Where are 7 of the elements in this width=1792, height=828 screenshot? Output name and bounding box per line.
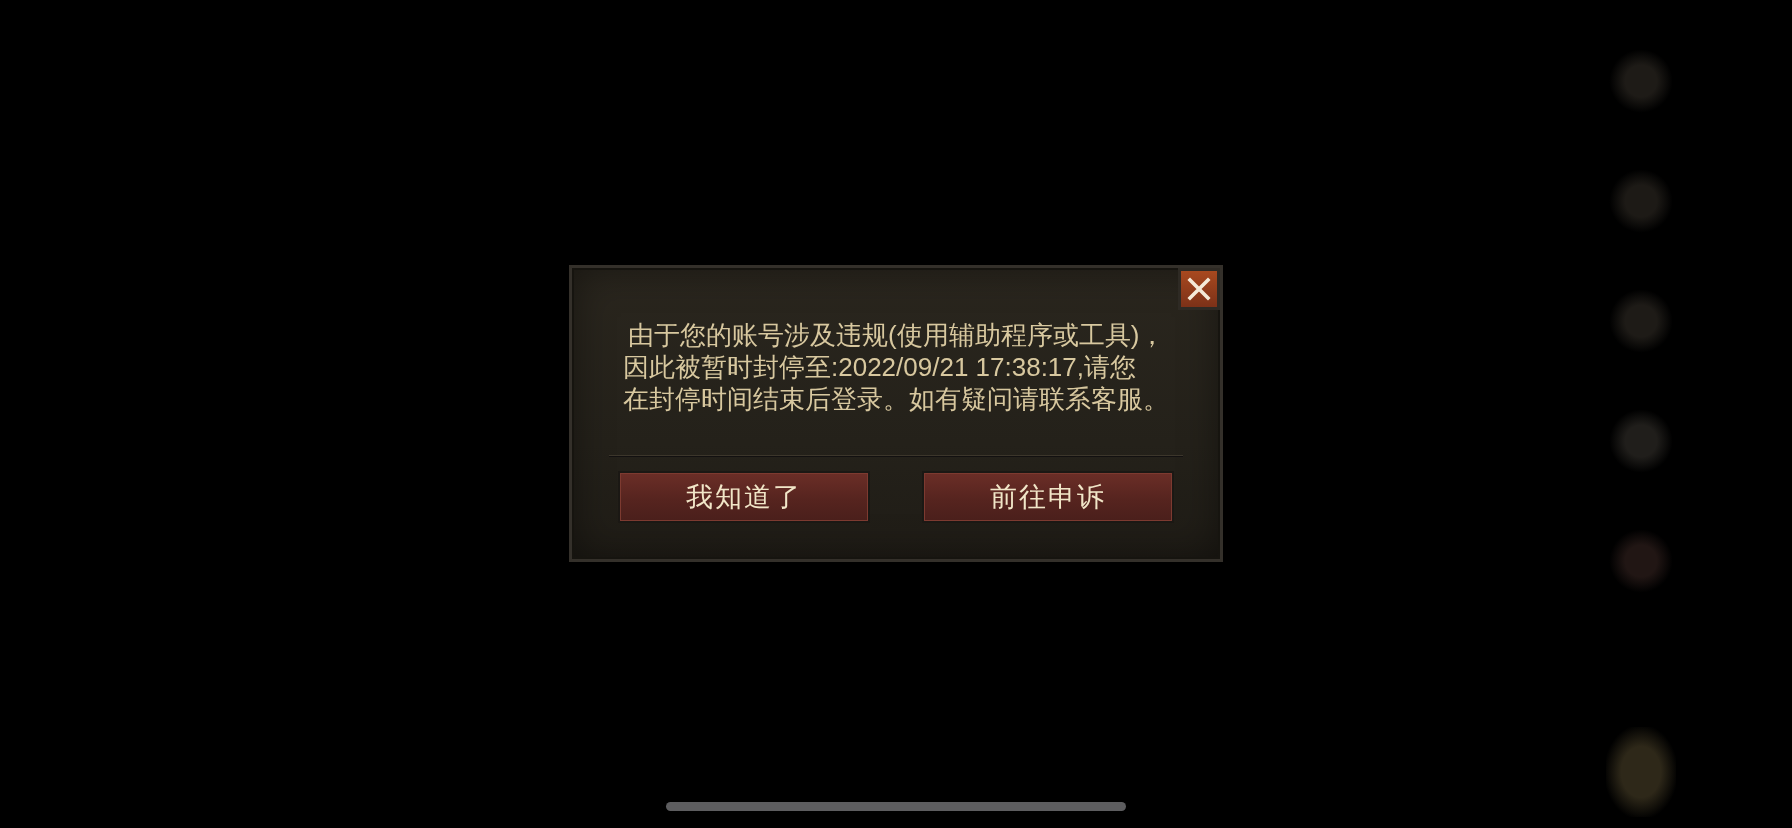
acknowledge-button[interactable]: 我知道了 (618, 471, 870, 523)
message-line: 因此被暂时封停至:2022/09/21 17:38:17,请您 (623, 351, 1136, 383)
close-icon (1187, 277, 1211, 301)
message-line: 由于您的账号涉及违规(使用辅助程序或工具)， (628, 319, 1166, 351)
message-line: 在封停时间结束后登录。如有疑问请联系客服。 (623, 383, 1169, 415)
appeal-button[interactable]: 前往申诉 (922, 471, 1174, 523)
close-button[interactable] (1178, 268, 1220, 310)
